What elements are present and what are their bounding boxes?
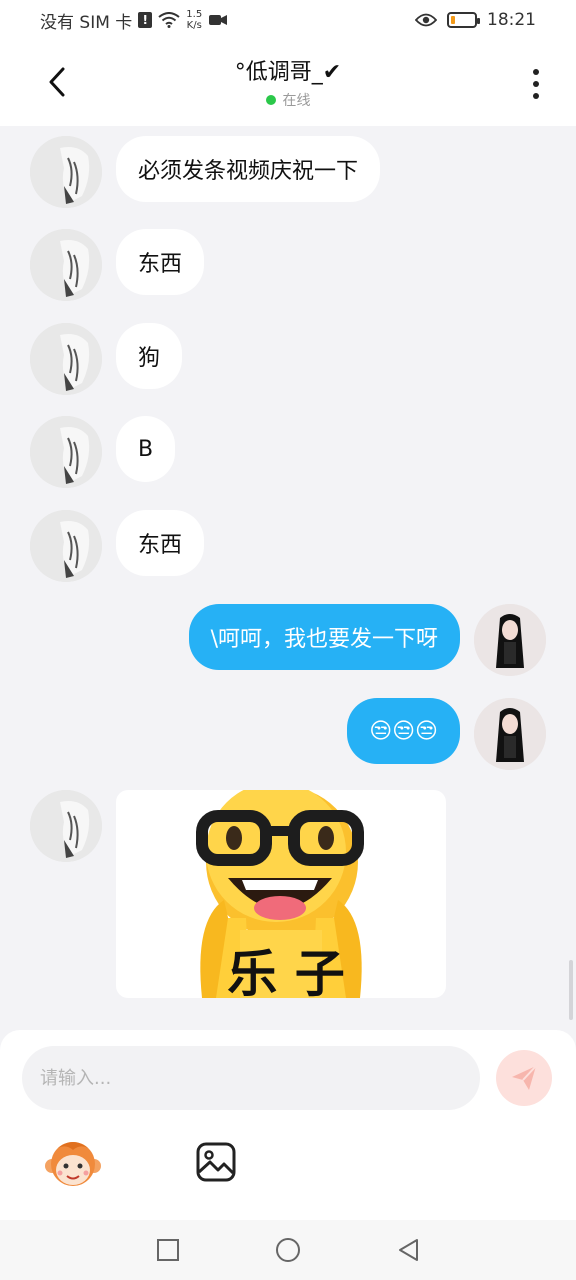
- sticker-message[interactable]: 乐 子: [116, 790, 446, 998]
- more-dot: [533, 81, 539, 87]
- message-list[interactable]: 必须发条视频庆祝一下 东西 狗 B 东西 \呵呵，我也要发一下呀 😒😒😒 乐 子: [0, 126, 576, 1030]
- carrier-label: 没有 SIM 卡: [40, 12, 133, 33]
- wifi-icon: [158, 12, 180, 28]
- contact-avatar[interactable]: [30, 136, 102, 208]
- more-options-button[interactable]: [526, 64, 546, 104]
- incoming-message-bubble[interactable]: 东西: [116, 229, 205, 295]
- title-block: °低调哥_✔ 在线: [0, 54, 576, 110]
- battery-icon: [447, 12, 480, 28]
- sim-alert-icon: !: [138, 12, 153, 28]
- image-icon: [196, 1142, 236, 1182]
- chat-header: °低调哥_✔ 在线: [0, 40, 576, 126]
- battery-fill: [451, 16, 455, 24]
- send-button[interactable]: [496, 1050, 552, 1106]
- monkey-emoji-icon: [45, 1142, 101, 1186]
- status-left: 没有 SIM 卡 ! 1.5 K/s: [40, 8, 228, 33]
- contact-avatar[interactable]: [30, 229, 102, 301]
- emoji-button[interactable]: [44, 1134, 102, 1192]
- speed-value: 1.5: [186, 9, 203, 20]
- system-nav-bar: [0, 1220, 576, 1280]
- composer: [0, 1030, 576, 1220]
- message-input[interactable]: [22, 1046, 480, 1110]
- contact-avatar[interactable]: [30, 323, 102, 395]
- contact-name: °低调哥_✔: [234, 60, 342, 85]
- incoming-message-bubble[interactable]: 狗: [116, 323, 183, 389]
- online-status-label: 在线: [282, 93, 311, 109]
- image-button[interactable]: [194, 1140, 238, 1184]
- outgoing-message-bubble[interactable]: 😒😒😒: [347, 698, 460, 764]
- clock: 18:21: [487, 10, 536, 30]
- more-dot: [533, 93, 539, 99]
- outgoing-message-bubble[interactable]: \呵呵，我也要发一下呀: [188, 604, 460, 670]
- my-avatar[interactable]: [474, 604, 546, 676]
- square-icon: [157, 1239, 179, 1261]
- contact-avatar[interactable]: [30, 510, 102, 582]
- scrollbar[interactable]: [569, 960, 573, 1020]
- contact-avatar[interactable]: [30, 790, 102, 862]
- eye-icon: [415, 13, 437, 27]
- video-camera-icon: [209, 15, 228, 25]
- system-back-button[interactable]: [393, 1235, 423, 1265]
- circle-icon: [276, 1238, 300, 1262]
- incoming-message-bubble[interactable]: B: [116, 416, 176, 482]
- incoming-message-bubble[interactable]: 东西: [116, 510, 205, 576]
- online-dot-icon: [265, 95, 276, 105]
- contact-avatar[interactable]: [30, 416, 102, 488]
- online-status: 在线: [265, 90, 311, 110]
- recent-apps-button[interactable]: [153, 1235, 183, 1265]
- more-dot: [533, 69, 539, 75]
- speed-unit: K/s: [186, 20, 202, 31]
- network-speed: 1.5 K/s: [186, 9, 202, 31]
- status-right: 18:21: [415, 10, 536, 30]
- send-icon: [512, 1065, 537, 1090]
- home-button[interactable]: [273, 1235, 303, 1265]
- incoming-message-bubble[interactable]: 必须发条视频庆祝一下: [116, 136, 381, 202]
- status-bar: 没有 SIM 卡 ! 1.5 K/s 18:21: [0, 0, 576, 40]
- sticker-caption: 乐 子: [227, 945, 345, 998]
- my-avatar[interactable]: [474, 698, 546, 770]
- triangle-back-icon: [399, 1239, 418, 1261]
